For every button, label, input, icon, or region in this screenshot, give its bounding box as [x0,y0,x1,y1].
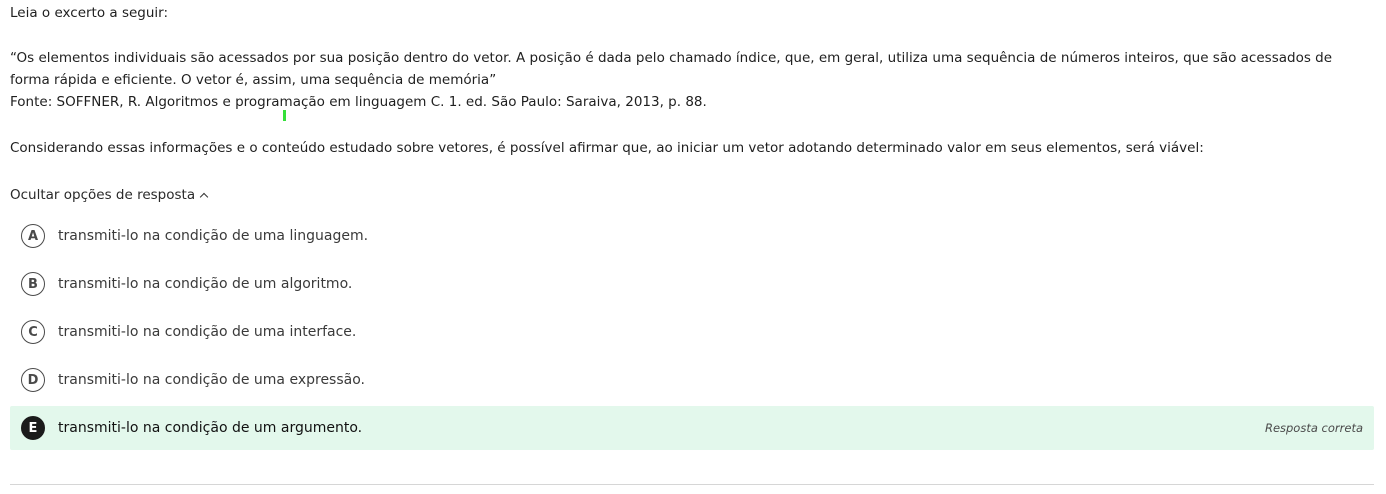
intro-text: Leia o excerto a seguir: [10,5,169,21]
option-letter-badge: B [21,272,45,296]
option-letter-badge: C [21,320,45,344]
hide-options-toggle[interactable]: Ocultar opções de resposta [10,183,209,207]
answer-option-d[interactable]: D transmiti-lo na condição de uma expres… [10,358,1374,402]
answer-option-b[interactable]: B transmiti-lo na condição de um algorit… [10,262,1374,306]
answer-option-e[interactable]: E transmiti-lo na condição de um argumen… [10,406,1374,450]
question-page: Leia o excerto a seguir: “Os elementos i… [0,0,1386,494]
answer-option-a[interactable]: A transmiti-lo na condição de uma lingua… [10,214,1374,258]
option-text: transmiti-lo na condição de uma linguage… [58,228,369,244]
chevron-up-icon [199,192,209,202]
question-prompt: Considerando essas informações e o conte… [10,140,1204,156]
option-letter-badge: A [21,224,45,248]
option-letter-badge: D [21,368,45,392]
text-cursor-mark [283,110,286,121]
option-text: transmiti-lo na condição de uma interfac… [58,324,357,340]
answer-option-c[interactable]: C transmiti-lo na condição de uma interf… [10,310,1374,354]
quote-text: “Os elementos individuais são acessados … [10,50,1333,88]
bottom-divider [10,484,1374,485]
option-text: transmiti-lo na condição de um algoritmo… [58,276,353,292]
correct-answer-feedback: Resposta correta [1264,421,1363,435]
option-letter-badge: E [21,416,45,440]
source-citation: Fonte: SOFFNER, R. Algoritmos e programa… [10,94,707,110]
option-text: transmiti-lo na condição de um argumento… [58,420,363,436]
hide-options-label: Ocultar opções de resposta [10,187,196,203]
option-text: transmiti-lo na condição de uma expressã… [58,372,365,388]
